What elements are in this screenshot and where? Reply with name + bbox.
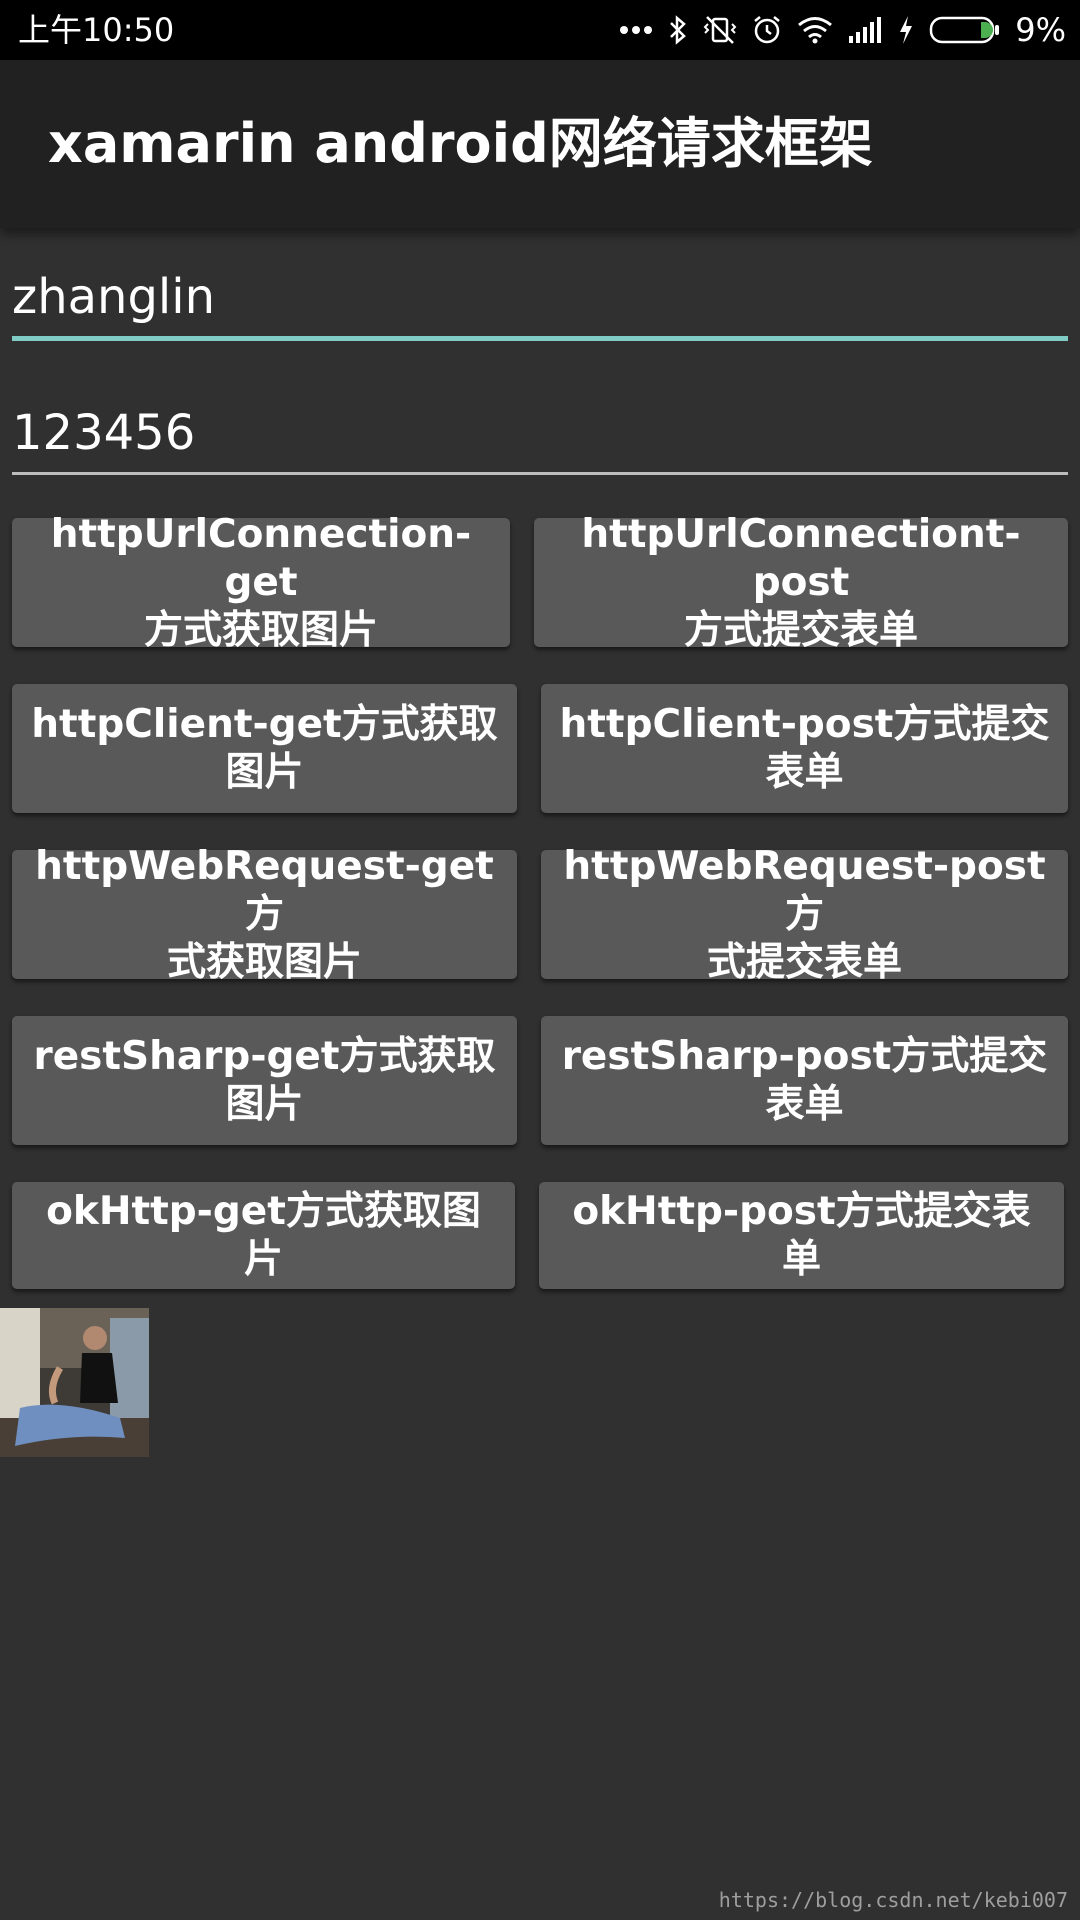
button-label-line2: 图片 (225, 1081, 304, 1127)
more-dots-icon (620, 26, 653, 34)
status-time: 上午10:50 (18, 11, 175, 49)
app-title: xamarin android网络请求框架 (48, 112, 873, 175)
password-underline (12, 472, 1068, 475)
status-bar: 上午10:50 9% (0, 0, 1080, 60)
watermark: https://blog.csdn.net/kebi007 (718, 1888, 1068, 1912)
button-label: okHttp-post方式提交表单 (572, 1188, 1031, 1282)
battery-percent: 9% (1015, 11, 1066, 49)
battery-icon (929, 16, 1000, 44)
button-label-line1: httpWebRequest-get方 (35, 843, 494, 937)
httpurlconnection-post-button[interactable]: httpUrlConnectiont-post 方式提交表单 (534, 512, 1068, 653)
button-label-line2: 方式获取图片 (143, 607, 378, 653)
button-label-line1: restSharp-post方式提交 (561, 1033, 1048, 1079)
httpurlconnection-get-button[interactable]: httpUrlConnection-get 方式获取图片 (12, 512, 510, 653)
status-icons: 9% (619, 8, 1066, 52)
button-label-line2: 表单 (765, 749, 844, 795)
button-label-line1: httpClient-post方式提交 (559, 701, 1050, 747)
restsharp-get-button[interactable]: restSharp-get方式获取 图片 (12, 1016, 517, 1145)
button-label-line2: 式获取图片 (166, 939, 362, 985)
button-label-line1: restSharp-get方式获取 (33, 1033, 496, 1079)
app-bar: xamarin android网络请求框架 (0, 60, 1080, 228)
password-field[interactable]: 123456 (12, 403, 1068, 475)
button-label-line1: httpUrlConnection-get (50, 511, 472, 605)
username-input[interactable]: zhanglin (12, 267, 1068, 327)
username-underline (12, 336, 1068, 341)
bluetooth-icon (670, 15, 687, 45)
wifi-icon (798, 17, 833, 44)
password-input[interactable]: 123456 (12, 403, 1068, 463)
username-field[interactable]: zhanglin (12, 267, 1068, 341)
vibrate-off-icon (703, 16, 737, 44)
httpwebrequest-get-button[interactable]: httpWebRequest-get方 式获取图片 (12, 844, 517, 985)
okhttp-post-button[interactable]: okHttp-post方式提交表单 (539, 1182, 1064, 1289)
button-label-line2: 方式提交表单 (683, 607, 918, 653)
signal-icon (849, 17, 882, 43)
restsharp-post-button[interactable]: restSharp-post方式提交 表单 (541, 1016, 1068, 1145)
httpwebrequest-post-button[interactable]: httpWebRequest-post方 式提交表单 (541, 844, 1068, 985)
button-label-line1: httpUrlConnectiont-post (581, 511, 1021, 605)
button-label-line1: httpWebRequest-post方 (563, 843, 1046, 937)
button-label: okHttp-get方式获取图片 (46, 1188, 481, 1282)
charging-icon (900, 16, 913, 44)
httpclient-get-button[interactable]: httpClient-get方式获取 图片 (12, 684, 517, 813)
button-label-line2: 图片 (225, 749, 304, 795)
okhttp-get-button[interactable]: okHttp-get方式获取图片 (12, 1182, 515, 1289)
fetched-photo (0, 1308, 149, 1457)
button-label-line1: httpClient-get方式获取 (31, 701, 498, 747)
httpclient-post-button[interactable]: httpClient-post方式提交 表单 (541, 684, 1068, 813)
button-label-line2: 表单 (765, 1081, 844, 1127)
alarm-icon (754, 16, 781, 44)
button-label-line2: 式提交表单 (706, 939, 902, 985)
